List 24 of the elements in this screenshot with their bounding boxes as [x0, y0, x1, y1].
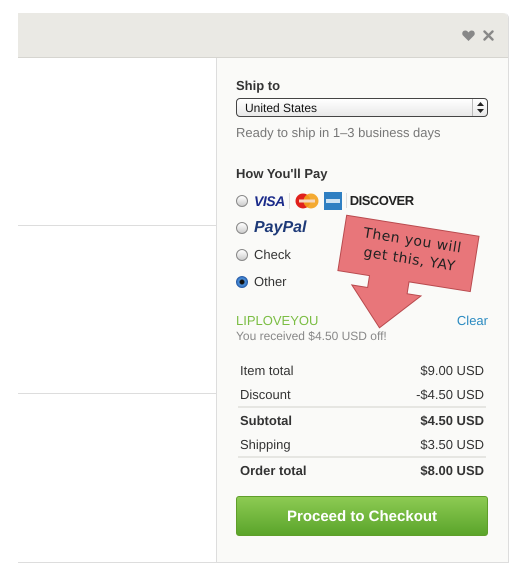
checkout-button[interactable]: Proceed to Checkout	[236, 496, 488, 536]
section-heading: How You'll Pay	[236, 166, 328, 181]
total-label: Order total	[240, 462, 306, 478]
card-logo: VISA	[254, 192, 290, 208]
total-amount: $9.00 USD	[420, 362, 484, 378]
total-amount: $3.50 USD	[420, 436, 484, 452]
clear-link[interactable]: Clear	[456, 313, 488, 328]
country-select[interactable]: United States	[236, 98, 488, 117]
total-amount: $4.50 USD	[420, 412, 484, 428]
total-amount: $8.00 USD	[420, 462, 484, 478]
total-label: Subtotal	[240, 412, 292, 428]
section-heading: Ship to	[236, 78, 282, 93]
option-label: Other	[254, 274, 287, 289]
card-logo: DISCOVER	[346, 193, 414, 208]
shipping-note: Ready to ship in 1–3 business days	[236, 125, 442, 140]
option-label: Check	[254, 247, 291, 262]
total-amount: -$4.50 USD	[416, 386, 484, 402]
total-label: Item total	[240, 362, 294, 378]
total-label: Discount	[240, 386, 291, 402]
callout-text: Then you will get this, YAY	[361, 224, 464, 277]
coupon-message: You received $4.50 USD off!	[236, 329, 388, 343]
coupon-code: LIPLOVEYOU	[236, 313, 318, 328]
total-label: Shipping	[240, 436, 291, 452]
paypal-logo: PayPal	[254, 218, 306, 236]
